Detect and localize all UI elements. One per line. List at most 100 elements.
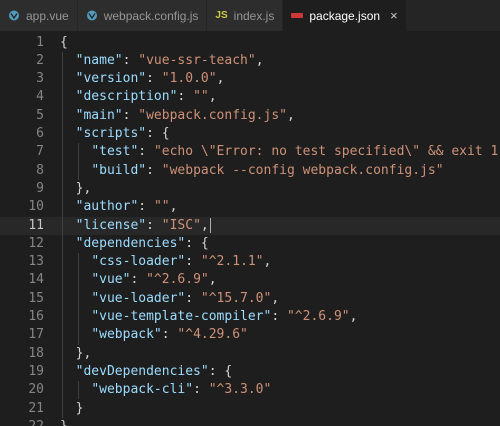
line-number: 5: [36, 107, 44, 123]
json-punctuation: [60, 254, 91, 269]
line-number: 21: [28, 400, 44, 416]
code-editor[interactable]: 1{2 "name": "vue-ssr-teach", 3 "version":…: [0, 31, 500, 426]
json-string: "^15.7.0": [200, 290, 272, 306]
code-line[interactable]: 8 "build": "webpack --config webpack.con…: [0, 162, 500, 180]
code-line[interactable]: 10 "author": "",: [0, 198, 500, 216]
line-number: 6: [36, 126, 44, 141]
json-string: "webpack --config webpack.config.js": [161, 162, 444, 178]
line-number: 1: [36, 34, 44, 50]
json-punctuation: :: [146, 71, 162, 87]
code-line[interactable]: 14 "vue": "^2.6.9",: [0, 271, 500, 289]
json-punctuation: }: [60, 419, 68, 426]
json-punctuation: [60, 272, 91, 287]
code-line[interactable]: 19 "devDependencies": {: [0, 363, 500, 381]
json-string: "vue-ssr-teach": [138, 52, 256, 68]
line-number: 15: [28, 290, 44, 306]
json-punctuation: ,: [208, 89, 217, 105]
code-text: "build": "webpack --config webpack.confi…: [60, 162, 444, 180]
line-number: 19: [28, 363, 44, 379]
json-string: "^2.6.9": [146, 272, 209, 288]
vue-icon: [86, 10, 98, 21]
json-punctuation: ,: [200, 217, 209, 233]
code-text: {: [60, 34, 68, 52]
json-punctuation: :: [138, 144, 154, 160]
json-punctuation: :: [138, 199, 154, 215]
code-text: "description": "",: [60, 88, 217, 106]
line-number: 9: [36, 180, 44, 196]
line-number: 22: [0, 418, 44, 426]
json-punctuation: :: [185, 254, 201, 270]
code-text: "webpack-cli": "^3.3.0": [60, 381, 271, 399]
json-key: "version": [75, 71, 147, 87]
tab-label: app.vue: [26, 8, 69, 23]
code-line[interactable]: 18 },: [0, 345, 500, 363]
json-punctuation: :: [177, 89, 194, 105]
json-string: "": [153, 199, 170, 215]
code-line[interactable]: 21 }: [0, 400, 500, 418]
code-text: }: [60, 418, 68, 426]
json-string: "^2.1.1": [200, 254, 264, 270]
code-text: "name": "vue-ssr-teach",: [60, 52, 264, 70]
json-punctuation: :: [130, 272, 147, 288]
indent-guide: [78, 143, 79, 180]
code-text: "dependencies": {: [60, 235, 209, 253]
json-punctuation: ,: [287, 107, 295, 123]
tab-app-vue[interactable]: app.vue: [0, 0, 78, 31]
json-key: "build": [91, 162, 147, 178]
json-punctuation: [60, 327, 91, 342]
json-punctuation: [60, 144, 91, 159]
line-number: 10: [28, 199, 44, 215]
json-string: "webpack.config.js": [138, 107, 287, 123]
code-line[interactable]: 5 "main": "webpack.config.js",: [0, 107, 500, 125]
json-key: "description": [75, 89, 178, 105]
tab-webpack-config[interactable]: webpack.config.js: [77, 0, 208, 31]
code-text: "vue-loader": "^15.7.0",: [60, 290, 279, 308]
code-line[interactable]: 11 "license": "ISC",: [0, 216, 500, 235]
json-key: "vue": [91, 272, 131, 288]
line-number: 7: [36, 144, 44, 160]
code-line[interactable]: 12 "dependencies": {: [0, 235, 500, 253]
line-number: 2: [36, 52, 44, 68]
code-line[interactable]: 7 "test": "echo \"Error: no test specifi…: [0, 143, 500, 161]
json-punctuation: ,: [263, 254, 272, 270]
code-line[interactable]: 15 "vue-loader": "^15.7.0",: [0, 290, 500, 308]
tab-package-json[interactable]: package.json ×: [283, 0, 407, 31]
json-punctuation: :: [122, 52, 139, 68]
line-number: 13: [28, 254, 44, 270]
code-line[interactable]: 20 "webpack-cli": "^3.3.0": [0, 381, 500, 399]
code-line[interactable]: 16 "vue-template-compiler": "^2.6.9",: [0, 308, 500, 326]
line-number: 3: [36, 71, 44, 87]
code-line[interactable]: 1{: [0, 34, 500, 52]
json-punctuation: :: [185, 290, 201, 306]
line-number: 8: [36, 162, 44, 178]
json-key: "css-loader": [91, 254, 186, 270]
json-punctuation: [60, 163, 91, 178]
code-line[interactable]: 4 "description": "",: [0, 88, 500, 106]
json-punctuation: },: [60, 180, 92, 196]
json-punctuation: ,: [208, 272, 217, 288]
code-line[interactable]: 3 "version": "1.0.0",: [0, 70, 500, 88]
json-punctuation: },: [60, 345, 92, 361]
json-punctuation: :: [146, 217, 162, 233]
code-line[interactable]: 13 "css-loader": "^2.1.1",: [0, 253, 500, 271]
code-line[interactable]: 6 "scripts": {: [0, 125, 500, 143]
json-punctuation: : {: [146, 126, 170, 141]
code-line[interactable]: 9 },: [0, 180, 500, 198]
json-string: "ISC": [161, 217, 201, 233]
tab-index-js[interactable]: JS index.js: [207, 0, 284, 31]
json-key: "test": [91, 144, 139, 160]
json-punctuation: ,: [271, 290, 280, 306]
json-punctuation: : {: [185, 235, 209, 251]
code-text: "css-loader": "^2.1.1",: [60, 253, 271, 271]
code-text: "version": "1.0.0",: [60, 70, 225, 88]
code-line[interactable]: 22}: [0, 418, 500, 426]
close-icon[interactable]: ×: [390, 8, 398, 23]
json-punctuation: :: [122, 107, 139, 123]
line-number: 4: [36, 89, 44, 105]
json-string: "1.0.0": [161, 71, 217, 87]
json-punctuation: ,: [349, 309, 358, 324]
code-text: },: [60, 345, 92, 363]
json-punctuation: ,: [216, 71, 225, 87]
code-line[interactable]: 2 "name": "vue-ssr-teach",: [0, 52, 500, 70]
code-line[interactable]: 17 "webpack": "^4.29.6": [0, 326, 500, 344]
